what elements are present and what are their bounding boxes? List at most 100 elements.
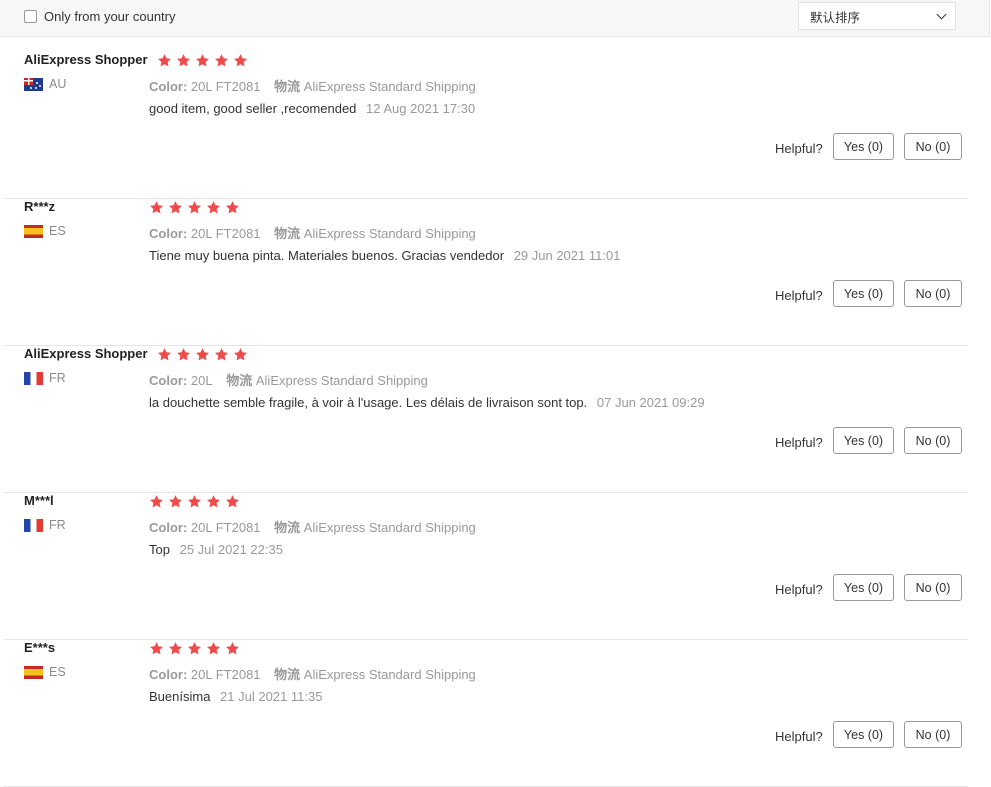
helpful-yes-button[interactable]: Yes (0) (833, 721, 894, 748)
review-item: R***z ES Color: 20L FT2081 物流 AliExpress… (0, 199, 991, 346)
helpful-label: Helpful? (775, 729, 823, 744)
shipping-value: AliExpress Standard Shipping (303, 226, 476, 241)
review-text: Tiene muy buena pinta. Materiales buenos… (149, 248, 620, 263)
country-code: AU (49, 77, 67, 91)
helpful-label: Helpful? (775, 141, 823, 156)
review-meta: Color: 20L FT2081 物流 AliExpress Standard… (149, 76, 476, 95)
country-code: FR (49, 371, 66, 385)
shipping-value: AliExpress Standard Shipping (303, 520, 476, 535)
only-from-country-checkbox[interactable] (24, 10, 37, 23)
review-country: AU (24, 77, 66, 91)
star-icon (168, 494, 183, 509)
star-icon (214, 53, 229, 68)
review-filter-bar: Only from your country 默认排序 (0, 0, 990, 37)
shipping-value: AliExpress Standard Shipping (303, 79, 476, 94)
review-country: ES (24, 665, 66, 679)
star-icon (206, 494, 221, 509)
color-value: 20L FT2081 (190, 226, 261, 241)
star-icon (149, 494, 164, 509)
review-body: good item, good seller ,recomended (149, 101, 357, 116)
helpful-label: Helpful? (775, 288, 823, 303)
star-icon (149, 641, 164, 656)
review-text: good item, good seller ,recomended 12 Au… (149, 101, 475, 116)
star-icon (157, 53, 172, 68)
review-date: 29 Jun 2021 11:01 (513, 248, 621, 263)
review-date: 21 Jul 2021 11:35 (220, 689, 323, 704)
review-body: Buenísima (149, 689, 211, 704)
shipping-label: 物流 (274, 667, 301, 682)
color-value: 20L FT2081 (190, 667, 261, 682)
review-body: Tiene muy buena pinta. Materiales buenos… (149, 248, 505, 263)
helpful-yes-button[interactable]: Yes (0) (833, 574, 894, 601)
review-author: E***s (24, 640, 56, 655)
review-meta: Color: 20L FT2081 物流 AliExpress Standard… (149, 664, 476, 683)
star-icon (233, 53, 248, 68)
star-icon (225, 200, 240, 215)
review-author: AliExpress Shopper (24, 52, 148, 67)
flag-au-icon (24, 77, 43, 91)
star-icon (214, 347, 229, 362)
helpful-no-button[interactable]: No (0) (904, 721, 962, 748)
review-item: E***s ES Color: 20L FT2081 物流 AliExpress… (0, 640, 991, 787)
color-value: 20L (190, 373, 213, 388)
helpful-yes-button[interactable]: Yes (0) (833, 280, 894, 307)
star-icon (168, 200, 183, 215)
review-text: Buenísima 21 Jul 2021 11:35 (149, 689, 322, 704)
rating-stars (157, 53, 252, 68)
review-meta: Color: 20L FT2081 物流 AliExpress Standard… (149, 517, 476, 536)
color-label: Color: (149, 226, 188, 241)
star-icon (187, 641, 202, 656)
star-icon (187, 494, 202, 509)
review-country: FR (24, 371, 66, 385)
review-author: M***l (24, 493, 54, 508)
star-icon (225, 494, 240, 509)
shipping-label: 物流 (274, 79, 301, 94)
star-icon (195, 347, 210, 362)
color-label: Color: (149, 373, 188, 388)
star-icon (225, 641, 240, 656)
review-country: ES (24, 224, 66, 238)
color-label: Color: (149, 520, 188, 535)
star-icon (176, 53, 191, 68)
review-item: AliExpress Shopper AU Color: 20L FT2081 … (0, 52, 991, 199)
review-meta: Color: 20L 物流 AliExpress Standard Shippi… (149, 370, 428, 389)
star-icon (176, 347, 191, 362)
star-icon (187, 200, 202, 215)
sort-dropdown[interactable]: 默认排序 (798, 2, 956, 30)
shipping-label: 物流 (274, 520, 301, 535)
star-icon (195, 53, 210, 68)
review-item: AliExpress Shopper FR Color: 20L 物流 AliE… (0, 346, 991, 493)
rating-stars (149, 200, 244, 215)
helpful-yes-button[interactable]: Yes (0) (833, 133, 894, 160)
color-value: 20L FT2081 (190, 79, 261, 94)
rating-stars (157, 347, 252, 362)
color-label: Color: (149, 79, 188, 94)
helpful-label: Helpful? (775, 582, 823, 597)
helpful-no-button[interactable]: No (0) (904, 280, 962, 307)
country-code: ES (49, 224, 66, 238)
review-date: 07 Jun 2021 09:29 (596, 395, 705, 410)
helpful-no-button[interactable]: No (0) (904, 427, 962, 454)
star-icon (168, 641, 183, 656)
star-icon (233, 347, 248, 362)
star-icon (206, 641, 221, 656)
review-date: 12 Aug 2021 17:30 (366, 101, 476, 116)
review-item: M***l FR Color: 20L FT2081 物流 AliExpress… (0, 493, 991, 640)
review-body: la douchette semble fragile, à voir à l'… (149, 395, 588, 410)
helpful-yes-button[interactable]: Yes (0) (833, 427, 894, 454)
only-from-country-filter[interactable]: Only from your country (24, 9, 176, 24)
helpful-no-button[interactable]: No (0) (904, 574, 962, 601)
color-label: Color: (149, 667, 188, 682)
country-code: ES (49, 665, 66, 679)
star-icon (157, 347, 172, 362)
shipping-value: AliExpress Standard Shipping (303, 667, 476, 682)
color-value: 20L FT2081 (190, 520, 261, 535)
flag-es-icon (24, 665, 43, 679)
flag-fr-icon (24, 518, 43, 532)
rating-stars (149, 641, 244, 656)
helpful-no-button[interactable]: No (0) (904, 133, 962, 160)
sort-dropdown-value: 默认排序 (810, 10, 861, 25)
rating-stars (149, 494, 244, 509)
flag-es-icon (24, 224, 43, 238)
review-author: R***z (24, 199, 56, 214)
